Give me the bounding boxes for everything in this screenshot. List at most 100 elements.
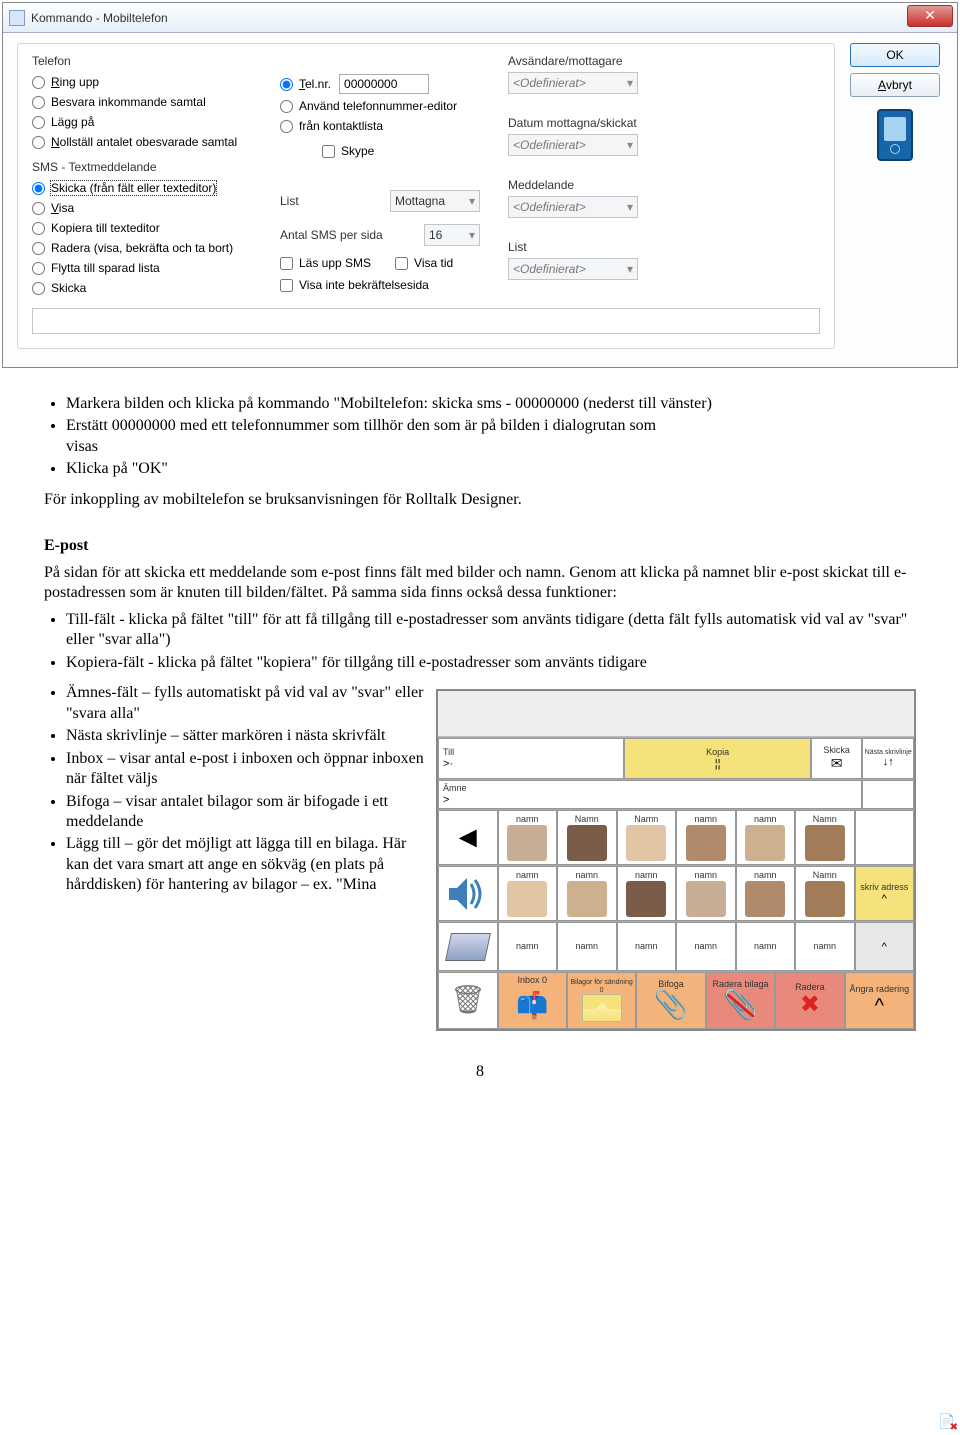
radio-visa[interactable]: Visa (32, 201, 252, 215)
contact-cell[interactable]: namn (557, 922, 617, 971)
mid-column: Tel.nr. Använd telefonnummer-editor från… (280, 54, 480, 298)
radio-lagg-pa[interactable]: Lägg på (32, 115, 252, 129)
contact-cell[interactable]: namn (617, 922, 677, 971)
trash-cell[interactable]: 🗑 (438, 972, 498, 1029)
contact-cell[interactable]: Namn (795, 810, 855, 865)
radio-skicka2[interactable]: Skicka (32, 281, 252, 295)
right-column: Avsändare/mottagare <Odefinierat> Datum … (508, 54, 678, 298)
ok-button[interactable]: OK (850, 43, 940, 67)
sms-label: SMS - Textmeddelande (32, 160, 252, 174)
paragraph: För inkoppling av mobiltelefon se bruksa… (44, 490, 916, 510)
till-field[interactable]: Till >· (438, 738, 624, 779)
sender-dropdown[interactable]: <Odefinierat> (508, 72, 638, 94)
per-page-row: Antal SMS per sida 16 (280, 224, 480, 246)
contact-cell[interactable]: namn (617, 866, 677, 921)
dialog-titlebar[interactable]: Kommando - Mobiltelefon ✕ (3, 3, 957, 33)
list-row: List Mottagna (280, 190, 480, 212)
mailbox-icon: 📫 (512, 986, 552, 1026)
checkbox-skype[interactable]: Skype (322, 144, 480, 158)
nasta-skrivlinje[interactable]: Nästa skrivlinje ↓↑ (862, 738, 914, 779)
amne-field[interactable]: Ämne > (438, 780, 862, 809)
contact-cell[interactable]: namn (557, 866, 617, 921)
contact-cell[interactable]: namn (676, 810, 736, 865)
list-item: Till-fält - klicka på fältet "till" för … (66, 610, 916, 651)
radio-skicka-falt[interactable]: Skicka (från fält eller texteditor) (32, 181, 252, 195)
contact-cell[interactable]: namn (498, 810, 558, 865)
bifoga-cell[interactable]: Bifoga📎 (636, 972, 705, 1029)
radera-cell[interactable]: Radera✖ (775, 972, 844, 1029)
page-number: 8 (0, 1063, 960, 1081)
checkbox-no-confirm[interactable]: Visa inte bekräftelsesida (280, 278, 480, 292)
radio-nollstall[interactable]: Nollställ antalet obesvarade samtal (32, 135, 252, 149)
paragraph: På sidan för att skicka ett meddelande s… (44, 563, 916, 604)
sender-label: Avsändare/mottagare (508, 54, 678, 68)
per-page-dropdown[interactable]: 16 (424, 224, 480, 246)
bullet-list-2: Till-fält - klicka på fältet "till" för … (44, 610, 916, 673)
message-label: Meddelande (508, 178, 678, 192)
spacer-cell (855, 810, 915, 865)
contact-cell[interactable]: namn (736, 810, 796, 865)
radio-telnr[interactable]: Tel.nr. (280, 77, 331, 91)
contact-cell[interactable]: Namn (795, 866, 855, 921)
dialog-title: Kommando - Mobiltelefon (31, 11, 168, 25)
caret-cell[interactable]: ^ (855, 922, 915, 971)
radio-radera[interactable]: Radera (visa, bekräfta och ta bort) (32, 241, 252, 255)
bullet-list-1: Markera bilden och klicka på kommando "M… (44, 394, 916, 480)
contact-cell[interactable]: namn (795, 922, 855, 971)
paperclip-crossed-icon: 📎 (723, 990, 758, 1021)
message-dropdown[interactable]: <Odefinierat> (508, 196, 638, 218)
main-groupbox: Telefon Ring upp Besvara inkommande samt… (17, 43, 835, 349)
contact-cell[interactable]: Namn (617, 810, 677, 865)
inbox-cell[interactable]: Inbox 0📫 (498, 972, 567, 1029)
close-button[interactable]: ✕ (907, 5, 953, 27)
telnr-input[interactable] (339, 74, 429, 94)
epost-heading: E-post (44, 536, 916, 556)
radera-bilaga-cell[interactable]: Radera bilaga📎 (706, 972, 775, 1029)
eraser-icon (445, 933, 491, 961)
per-page-label: Antal SMS per sida (280, 228, 383, 242)
bilagor-cell[interactable]: Bilagor för sändning 0 (567, 972, 636, 1029)
kopia-field[interactable]: Kopia ¦¦ (624, 738, 810, 779)
mobile-phone-icon (877, 109, 913, 161)
email-app-screenshot: Till >· Kopia ¦¦ Skicka ✉ Nästa skrivlin… (436, 689, 916, 1031)
radio-ring-upp[interactable]: Ring upp (32, 75, 252, 89)
contact-cell[interactable]: namn (498, 866, 558, 921)
kommando-dialog: Kommando - Mobiltelefon ✕ Telefon Ring u… (2, 2, 958, 368)
radio-kopiera[interactable]: Kopiera till texteditor (32, 221, 252, 235)
contact-cell[interactable]: Namn (557, 810, 617, 865)
checkbox-las-upp[interactable]: Läs upp SMS (280, 256, 371, 270)
radio-kontaktlista[interactable]: från kontaktlista (280, 119, 480, 133)
radio-editor[interactable]: Använd telefonnummer-editor (280, 99, 480, 113)
spacer-cell (862, 780, 914, 809)
angra-cell[interactable]: Ångra radering^ (845, 972, 914, 1029)
list-item: Markera bilden och klicka på kommando "M… (66, 394, 916, 414)
contact-cell[interactable]: namn (676, 922, 736, 971)
paperclip-icon: 📎 (654, 990, 689, 1021)
list-item: Klicka på "OK" (66, 459, 916, 479)
skicka-button[interactable]: Skicka ✉ (811, 738, 863, 779)
side-button-column: OK Avbryt (847, 43, 943, 349)
skriv-adress[interactable]: skriv adress^ (855, 866, 915, 921)
telefon-column: Telefon Ring upp Besvara inkommande samt… (32, 54, 252, 298)
app-topbar (438, 691, 914, 737)
radio-flytta[interactable]: Flytta till sparad lista (32, 261, 252, 275)
page-delete-icon[interactable] (938, 1413, 956, 1431)
contact-cell[interactable]: namn (676, 866, 736, 921)
contact-cell[interactable]: namn (498, 922, 558, 971)
telefon-label: Telefon (32, 54, 252, 68)
contact-cell[interactable]: namn (736, 866, 796, 921)
list-label: List (280, 194, 299, 208)
radio-besvara[interactable]: Besvara inkommande samtal (32, 95, 252, 109)
back-arrow[interactable]: ◄ (438, 810, 498, 865)
contact-cell[interactable]: namn (736, 922, 796, 971)
rightlist-dropdown[interactable]: <Odefinierat> (508, 258, 638, 280)
bottom-textfield[interactable] (32, 308, 820, 334)
eraser-cell[interactable] (438, 922, 498, 971)
cancel-button[interactable]: Avbryt (850, 73, 940, 97)
speaker-icon-cell[interactable] (438, 866, 498, 921)
envelope-icon (582, 994, 622, 1022)
speaker-icon (445, 872, 491, 916)
checkbox-visa-tid[interactable]: Visa tid (395, 256, 453, 270)
list-dropdown[interactable]: Mottagna (390, 190, 480, 212)
date-dropdown[interactable]: <Odefinierat> (508, 134, 638, 156)
